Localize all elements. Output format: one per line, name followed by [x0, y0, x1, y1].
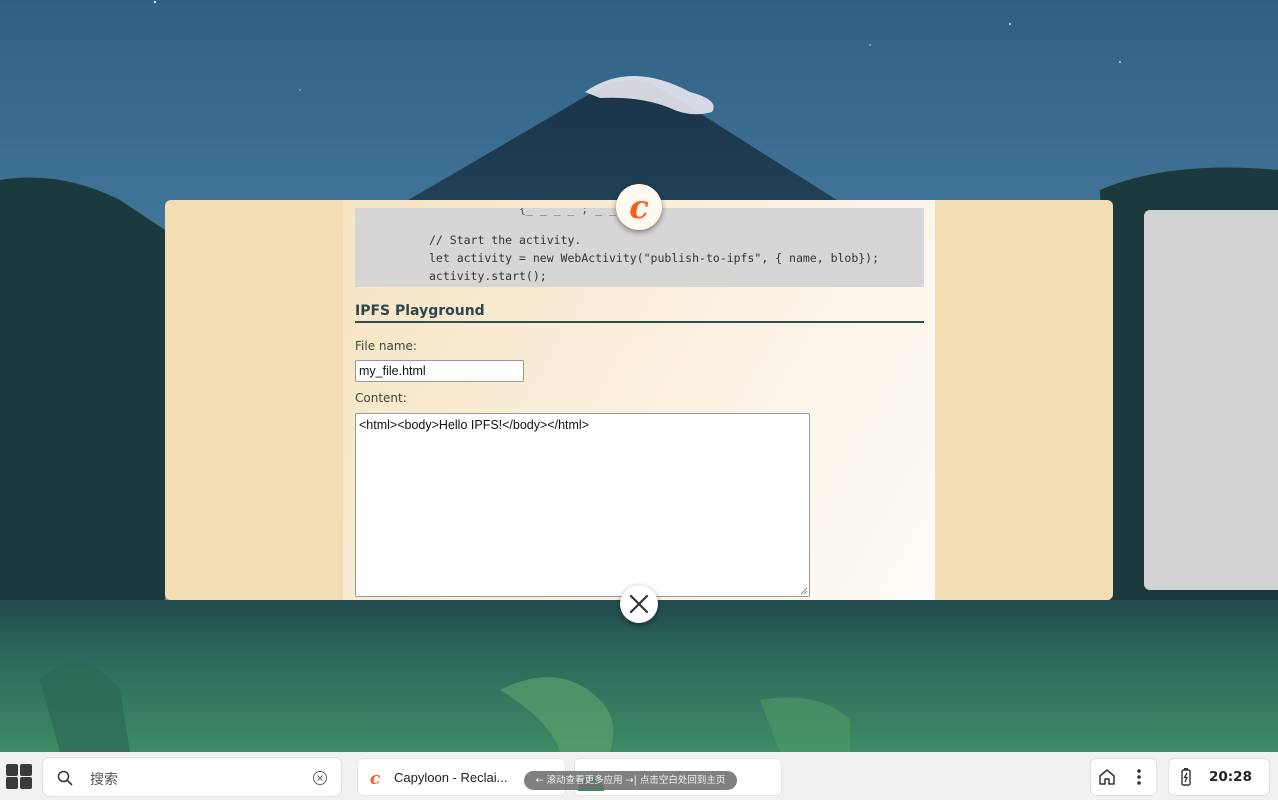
search-box[interactable]: 搜索: [42, 757, 342, 797]
file-name-input[interactable]: my_file.html: [355, 360, 524, 382]
code-line-clipped: {_ _ _ _ ; _ _}: [519, 208, 623, 216]
next-app-card[interactable]: [1144, 210, 1278, 590]
code-line: let activity = new WebActivity("publish-…: [429, 251, 880, 265]
app-window-card[interactable]: {_ _ _ _ ; _ _} // Start the activity. l…: [165, 200, 1113, 600]
battery-charging-icon[interactable]: [1177, 766, 1195, 788]
search-input[interactable]: 搜索: [90, 769, 118, 789]
capyloon-app-icon[interactable]: c: [616, 184, 662, 230]
clock: 20:28: [1209, 769, 1252, 785]
web-page: {_ _ _ _ ; _ _} // Start the activity. l…: [343, 200, 935, 600]
code-line: activity.start();: [429, 269, 547, 283]
code-line: // Start the activity.: [429, 233, 582, 247]
home-icon[interactable]: [1097, 767, 1117, 787]
close-app-button[interactable]: [620, 585, 658, 623]
content-textarea-value: <html><body>Hello IPFS!</body></html>: [359, 418, 589, 432]
tray-left: [1090, 758, 1157, 796]
content-label: Content:: [355, 391, 407, 405]
svg-text:c: c: [370, 769, 381, 787]
resize-grip-icon[interactable]: [800, 587, 808, 595]
content-textarea[interactable]: <html><body>Hello IPFS!</body></html>: [355, 413, 810, 597]
svg-text:c: c: [629, 190, 648, 224]
taskbar: 搜索 c Capyloon - Reclai... ← 滚动查看更多应用 →| …: [0, 752, 1278, 800]
capyloon-logo-icon: c: [366, 769, 384, 787]
scroll-hint: ← 滚动查看更多应用 →| 点击空白处回到主页: [524, 771, 737, 790]
section-title: IPFS Playground: [355, 303, 924, 323]
tray-right: 20:28: [1168, 758, 1270, 796]
close-icon: [629, 594, 649, 614]
app-grid-button[interactable]: [5, 763, 34, 790]
capyloon-logo-icon: c: [629, 190, 648, 224]
clear-search-icon[interactable]: [312, 770, 328, 786]
file-name-label: File name:: [355, 339, 417, 353]
search-icon: [57, 770, 73, 786]
task-label: Capyloon - Reclai...: [394, 770, 508, 785]
more-options-icon[interactable]: [1129, 767, 1149, 787]
